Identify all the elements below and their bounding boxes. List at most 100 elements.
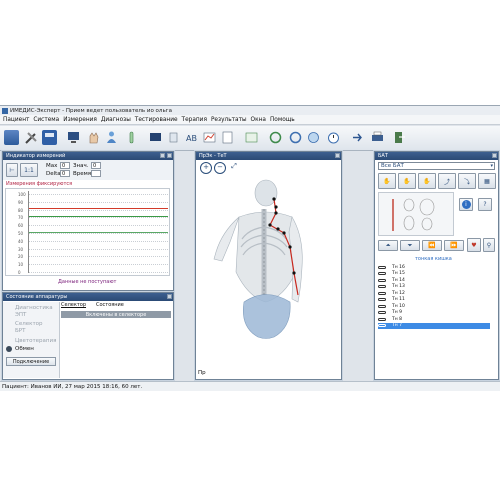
device-item[interactable]: Диагностика (15, 305, 53, 311)
bat-point-label: Тн 9 (392, 310, 402, 316)
chevron-down-icon: ▾ (490, 163, 493, 169)
bat-point-label: Тн 16 (392, 264, 405, 270)
grid-line (29, 256, 168, 258)
first-icon[interactable]: ⏶ (378, 240, 398, 251)
cycle-icon[interactable] (288, 130, 303, 145)
hardware-window-titlebar: Состояние аппаратуры (3, 293, 173, 301)
tab-selector[interactable]: Селектор (61, 302, 95, 310)
menu-windows[interactable]: Окна (251, 117, 266, 123)
grid-line (29, 233, 168, 234)
fit-icon[interactable]: ⤢ (229, 162, 239, 172)
refresh-icon[interactable] (268, 130, 283, 145)
connect-button[interactable]: Подключение (6, 357, 56, 366)
foot-view-icon[interactable]: ✋ (418, 173, 436, 189)
close-button[interactable] (167, 294, 172, 299)
last-icon[interactable]: ⏷ (400, 240, 420, 251)
forward-icon[interactable]: ⏩ (444, 240, 464, 251)
display-icon[interactable] (148, 130, 163, 145)
hardware-window: Состояние аппаратуры Диагностика ЭПТ Сел… (2, 292, 174, 380)
exit-icon[interactable] (392, 130, 407, 145)
print-icon[interactable] (370, 130, 385, 145)
menu-results[interactable]: Результаты (211, 117, 247, 123)
menu-therapy[interactable]: Терапия (182, 117, 207, 123)
menu-diagnoses[interactable]: Диагнозы (101, 117, 131, 123)
save-icon[interactable] (42, 130, 57, 145)
body-model (213, 179, 303, 339)
bat-window-titlebar: БАТ (375, 152, 498, 160)
max-field[interactable]: 0 (60, 162, 70, 169)
heart-icon[interactable]: ♥ (467, 238, 481, 252)
close-button[interactable] (492, 153, 497, 158)
grid-line (29, 209, 168, 211)
bat-dropdown[interactable]: Все БАТ ▾ (378, 162, 495, 170)
document-icon[interactable] (220, 130, 235, 145)
timer-icon[interactable] (326, 130, 341, 145)
menu-measurements[interactable]: Измерения (63, 117, 97, 123)
hand-icon[interactable] (86, 130, 101, 145)
open-folder-icon[interactable] (4, 130, 19, 145)
device-item[interactable]: Цветотерапия (15, 338, 56, 344)
ab-icon[interactable]: AB (184, 130, 199, 145)
arm-view-icon[interactable]: ⤴ (438, 173, 456, 189)
zoom-out-icon[interactable]: − (214, 162, 226, 174)
bat-window-title: БАТ (378, 153, 388, 159)
window-title: ИМЕДИС-Эксперт - Прием ведет пользовател… (10, 107, 172, 114)
info-button[interactable]: i (459, 198, 473, 211)
indicator-window-title: Индикатор измерений (6, 153, 66, 159)
ratio-button[interactable]: 1:1 (20, 163, 38, 177)
y-tick-label: 90 (18, 199, 24, 205)
chart-icon[interactable] (244, 130, 259, 145)
bat-point-row[interactable]: Тн 7 (378, 322, 490, 329)
globe-icon[interactable] (306, 130, 321, 145)
rewind-icon[interactable]: ⏪ (422, 240, 442, 251)
export-icon[interactable] (350, 130, 365, 145)
hand-view-icon[interactable]: ✋ (378, 173, 396, 189)
point-icon (378, 324, 386, 328)
group-label: тонкая кишка (415, 256, 452, 262)
menu-system[interactable]: Система (33, 117, 59, 123)
scale-icon[interactable]: ⊢ (6, 163, 18, 177)
menu-patient[interactable]: Пациент (3, 117, 29, 123)
help-button[interactable]: ? (478, 198, 492, 211)
figure-icon[interactable]: ⚲ (483, 238, 495, 252)
vremya-field[interactable] (91, 170, 101, 177)
device-item[interactable]: БРТ (15, 328, 25, 334)
exchange-icon (6, 346, 12, 352)
menu-testing[interactable]: Тестирование (135, 117, 178, 123)
grid-line (29, 248, 168, 250)
point-view-icon[interactable]: ⤵ (458, 173, 476, 189)
person-icon[interactable] (104, 130, 119, 145)
delta-field[interactable]: 0 (60, 170, 70, 177)
selector-status-row: Включены в селекторе (61, 311, 171, 318)
minimize-button[interactable] (160, 153, 165, 158)
delta-label: Delta (46, 171, 61, 177)
graph-icon[interactable] (202, 130, 217, 145)
close-button[interactable] (167, 153, 172, 158)
grid-line (29, 264, 168, 266)
device-item[interactable]: Селектор (15, 321, 43, 327)
chart-view-icon[interactable]: ▦ (478, 173, 496, 189)
bat-point-label: Тн 15 (392, 271, 405, 277)
znach-field[interactable]: 0 (91, 162, 101, 169)
device-list: Диагностика ЭПТ Селектор БРТ Цветотерапи… (3, 302, 60, 378)
menu-help[interactable]: Помощь (270, 117, 295, 123)
indicator-window: Индикатор измерений ⊢ 1:1 Max 0 Знач. 0 … (2, 151, 174, 291)
y-tick-label: 20 (18, 254, 24, 260)
y-tick-label: 100 (18, 192, 26, 197)
toolbar: AB (0, 126, 500, 151)
test-tube-icon[interactable] (124, 130, 139, 145)
zoom-in-icon[interactable]: + (200, 162, 212, 174)
upper-threshold-line (29, 208, 168, 209)
bat-window: БАТ Все БАТ ▾ ✋ ✋ ✋ ⤴ ⤵ ▦ i ? ⏶ ⏷ ⏪ ⏩ ♥ … (374, 151, 499, 380)
indicator-toolbar: ⊢ 1:1 Max 0 Знач. 0 Delta 0 Время (3, 160, 173, 180)
device-item[interactable]: ЭПТ (15, 312, 26, 318)
monitor-icon[interactable] (66, 130, 81, 145)
info-icon: i (461, 200, 471, 209)
close-button[interactable] (335, 153, 340, 158)
hand-view-icon[interactable]: ✋ (398, 173, 416, 189)
point-icon (378, 278, 386, 282)
tools-icon[interactable] (24, 130, 39, 145)
body-view-title: ПрЭк - ТеТ (199, 153, 227, 159)
tab-state[interactable]: Состояние (96, 302, 130, 310)
lab-icon[interactable] (166, 130, 181, 145)
